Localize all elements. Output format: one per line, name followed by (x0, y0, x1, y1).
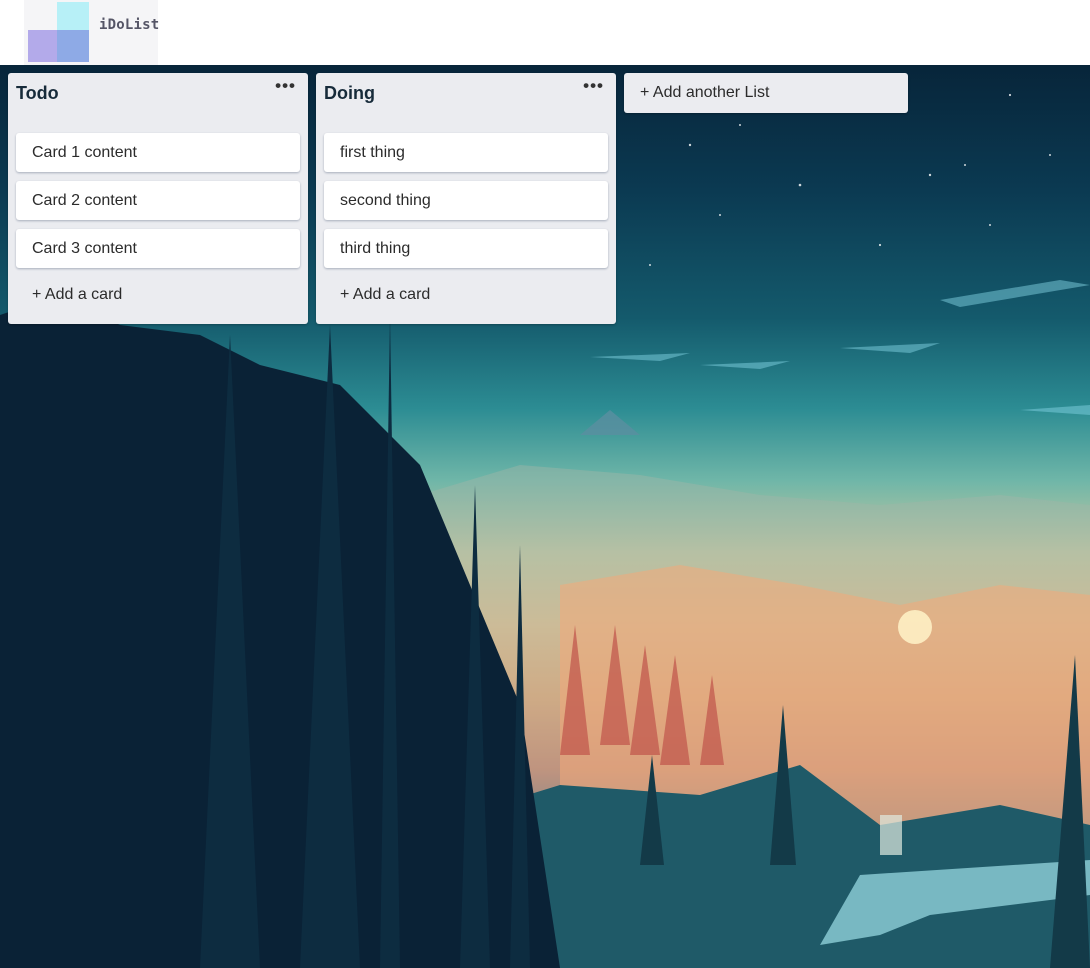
app-logo[interactable]: iDoList (24, 0, 160, 65)
list-todo: Todo ••• Card 1 content Card 2 content C… (8, 73, 308, 324)
list-title[interactable]: Todo (16, 83, 59, 104)
app-header: iDoList (0, 0, 1090, 65)
more-horizontal-icon[interactable]: ••• (275, 76, 296, 96)
card[interactable]: Card 3 content (16, 229, 300, 268)
logo-square-lavender (28, 30, 58, 62)
card[interactable]: first thing (324, 133, 608, 172)
card[interactable]: Card 1 content (16, 133, 300, 172)
card[interactable]: third thing (324, 229, 608, 268)
card[interactable]: second thing (324, 181, 608, 220)
more-horizontal-icon[interactable]: ••• (583, 76, 604, 96)
logo-square-cyan (57, 2, 89, 32)
add-list-button[interactable]: + Add another List (624, 73, 908, 113)
list-doing: Doing ••• first thing second thing third… (316, 73, 616, 324)
logo-square-blue (57, 30, 89, 62)
board: Todo ••• Card 1 content Card 2 content C… (0, 65, 1090, 968)
add-card-button[interactable]: + Add a card (32, 286, 122, 304)
list-title[interactable]: Doing (324, 83, 375, 104)
app-name: iDoList (99, 17, 160, 33)
card[interactable]: Card 2 content (16, 181, 300, 220)
add-card-button[interactable]: + Add a card (340, 286, 430, 304)
